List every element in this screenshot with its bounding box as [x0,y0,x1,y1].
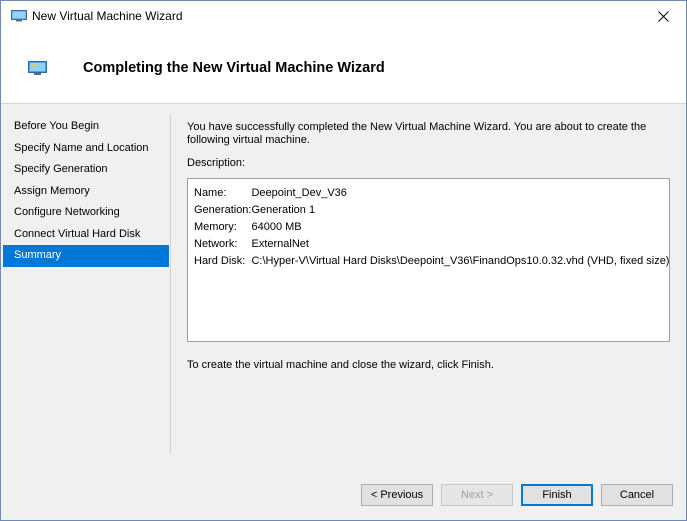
page-title: Completing the New Virtual Machine Wizar… [83,60,385,76]
wizard-header: Completing the New Virtual Machine Wizar… [1,32,686,104]
sidebar-divider [170,114,171,454]
description-key: Name: [194,186,227,199]
description-value: ExternalNet [251,237,309,250]
finish-instruction: To create the virtual machine and close … [187,359,494,371]
description-key: Network: [194,237,238,250]
monitor-icon [28,61,47,75]
description-key: Hard Disk: [194,254,246,267]
description-label: Description: [187,157,246,169]
description-value: C:\Hyper-V\Virtual Hard Disks\Deepoint_V… [251,254,670,267]
step-before-you-begin[interactable]: Before You Begin [3,116,169,138]
title-bar[interactable]: New Virtual Machine Wizard [1,1,686,32]
finish-button[interactable]: Finish [521,484,593,506]
summary-content: You have successfully completed the New … [187,121,667,147]
description-row: Name: Deepoint_Dev_V36 [194,184,669,201]
description-row: Generation: Generation 1 [194,201,669,218]
wizard-window: New Virtual Machine Wizard Completing th… [0,0,687,521]
description-key: Generation: [194,203,252,216]
description-value: 64000 MB [251,220,302,233]
description-row: Hard Disk: C:\Hyper-V\Virtual Hard Disks… [194,252,669,269]
cancel-button[interactable]: Cancel [601,484,673,506]
previous-button[interactable]: < Previous [361,484,433,506]
close-icon [657,11,669,22]
description-value: Generation 1 [251,203,316,216]
window-title: New Virtual Machine Wizard [32,9,183,23]
description-key: Memory: [194,220,237,233]
monitor-icon [11,10,27,22]
close-button[interactable] [640,1,686,32]
step-specify-name-location[interactable]: Specify Name and Location [3,138,169,160]
step-configure-networking[interactable]: Configure Networking [3,202,169,224]
wizard-step-list: Before You Begin Specify Name and Locati… [3,116,169,267]
next-button[interactable]: Next > [441,484,513,506]
step-assign-memory[interactable]: Assign Memory [3,181,169,203]
description-table: Name: Deepoint_Dev_V36 Generation: Gener… [194,184,669,269]
description-value: Deepoint_Dev_V36 [251,186,347,199]
description-row: Network: ExternalNet [194,235,669,252]
intro-text: You have successfully completed the New … [187,121,647,146]
step-summary[interactable]: Summary [3,245,169,267]
step-connect-virtual-hard-disk[interactable]: Connect Virtual Hard Disk [3,224,169,246]
step-specify-generation[interactable]: Specify Generation [3,159,169,181]
description-box[interactable]: Name: Deepoint_Dev_V36 Generation: Gener… [187,178,670,342]
description-row: Memory: 64000 MB [194,218,669,235]
